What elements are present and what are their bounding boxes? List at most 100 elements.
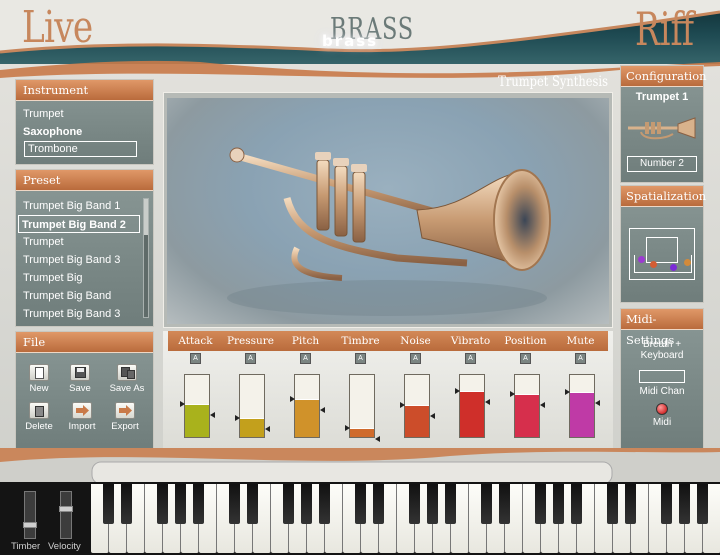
instrument-item-trombone[interactable]: Trombone	[24, 141, 137, 157]
piano-keyboard[interactable]	[91, 484, 720, 555]
param-slider[interactable]	[235, 374, 270, 438]
param-slider-arrow-left[interactable]	[455, 388, 460, 394]
save-as-button[interactable]: Save As	[107, 364, 147, 394]
param-auto-button[interactable]: A	[465, 353, 476, 364]
file-header: File	[16, 332, 153, 353]
number-field[interactable]: Number 2	[627, 156, 697, 172]
param-slider[interactable]	[565, 374, 600, 438]
param-slider-arrow-left[interactable]	[235, 415, 240, 421]
preset-item-selected[interactable]: Trumpet Big Band 2	[18, 215, 140, 233]
configuration-panel: Configuration Trumpet 1 Number 2	[620, 65, 707, 183]
black-key[interactable]	[409, 484, 420, 524]
velocity-slider[interactable]	[59, 491, 73, 539]
param-slider[interactable]	[180, 374, 215, 438]
param-slider-arrow-left[interactable]	[180, 401, 185, 407]
black-key[interactable]	[571, 484, 582, 524]
preset-scrollbar-thumb[interactable]	[144, 199, 148, 235]
black-key[interactable]	[481, 484, 492, 524]
black-key[interactable]	[247, 484, 258, 524]
black-key[interactable]	[229, 484, 240, 524]
param-auto-button[interactable]: A	[575, 353, 586, 364]
param-mute: Mute A	[553, 331, 608, 438]
spatialization-dot[interactable]	[684, 259, 691, 266]
param-slider-arrow-left[interactable]	[510, 391, 515, 397]
param-slider-fill	[295, 399, 319, 437]
save-icon	[70, 364, 90, 381]
param-timbre: Timbre A	[333, 331, 388, 442]
param-slider[interactable]	[510, 374, 545, 438]
black-key[interactable]	[175, 484, 186, 524]
preset-item[interactable]: Trumpet Big Band 1	[16, 197, 142, 215]
param-slider-arrow-right[interactable]	[540, 402, 545, 408]
param-pitch: Pitch A	[278, 331, 333, 438]
param-auto-button[interactable]: A	[410, 353, 421, 364]
new-button[interactable]: New	[19, 364, 59, 394]
delete-button[interactable]: Delete	[19, 402, 59, 432]
preset-item[interactable]: Trumpet Big	[16, 269, 142, 287]
black-key[interactable]	[445, 484, 456, 524]
lower-decoration	[0, 448, 720, 484]
param-slider-arrow-right[interactable]	[375, 436, 380, 442]
black-key[interactable]	[679, 484, 690, 524]
black-key[interactable]	[103, 484, 114, 524]
black-key[interactable]	[553, 484, 564, 524]
param-slider[interactable]	[290, 374, 325, 438]
black-key[interactable]	[373, 484, 384, 524]
import-button[interactable]: Import	[62, 402, 102, 432]
param-auto-button[interactable]: A	[190, 353, 201, 364]
black-key[interactable]	[535, 484, 546, 524]
param-slider-arrow-right[interactable]	[265, 426, 270, 432]
midi-channel-field[interactable]	[639, 370, 685, 383]
export-button[interactable]: Export	[105, 402, 145, 432]
param-slider-arrow-right[interactable]	[430, 413, 435, 419]
timber-slider-handle[interactable]	[23, 522, 37, 528]
param-auto-button[interactable]: A	[300, 353, 311, 364]
spatialization-dot[interactable]	[650, 261, 657, 268]
timber-slider[interactable]	[23, 491, 37, 539]
param-slider-arrow-left[interactable]	[400, 402, 405, 408]
spatialization-dot[interactable]	[638, 256, 645, 263]
black-key[interactable]	[355, 484, 366, 524]
instrument-item-saxophone[interactable]: Saxophone	[16, 123, 153, 141]
preset-item[interactable]: Trumpet Big Band	[16, 287, 142, 305]
spatialization-pad[interactable]	[629, 228, 695, 280]
black-key[interactable]	[157, 484, 168, 524]
param-slider[interactable]	[455, 374, 490, 438]
param-slider-arrow-right[interactable]	[320, 407, 325, 413]
param-slider-arrow-right[interactable]	[595, 400, 600, 406]
instrument-list: Trumpet Saxophone Trombone	[16, 101, 153, 157]
velocity-slider-handle[interactable]	[59, 506, 73, 512]
preset-item[interactable]: Trumpet	[16, 233, 142, 251]
param-auto-button[interactable]: A	[355, 353, 366, 364]
black-key[interactable]	[319, 484, 330, 524]
black-key[interactable]	[301, 484, 312, 524]
black-key[interactable]	[625, 484, 636, 524]
spatialization-panel: Spatialization	[620, 185, 706, 303]
param-slider-arrow-left[interactable]	[345, 425, 350, 431]
black-key[interactable]	[427, 484, 438, 524]
param-slider-arrow-right[interactable]	[210, 412, 215, 418]
instrument-item-trumpet[interactable]: Trumpet	[16, 105, 153, 123]
param-auto-button[interactable]: A	[520, 353, 531, 364]
param-slider-arrow-left[interactable]	[290, 396, 295, 402]
param-slider-arrow-left[interactable]	[565, 389, 570, 395]
timber-label: Timber	[11, 541, 41, 552]
black-key[interactable]	[283, 484, 294, 524]
black-key[interactable]	[499, 484, 510, 524]
black-key[interactable]	[193, 484, 204, 524]
spatialization-dot[interactable]	[670, 264, 677, 271]
mini-trumpet-icon	[628, 117, 696, 140]
black-key[interactable]	[607, 484, 618, 524]
preset-scrollbar[interactable]	[143, 198, 149, 318]
black-key[interactable]	[661, 484, 672, 524]
save-button[interactable]: Save	[60, 364, 100, 394]
preset-item[interactable]: Trumpet Big Band 3	[16, 305, 142, 323]
black-key[interactable]	[697, 484, 708, 524]
param-slider[interactable]	[345, 374, 380, 442]
param-auto-button[interactable]: A	[245, 353, 256, 364]
param-slider[interactable]	[400, 374, 435, 438]
black-key[interactable]	[121, 484, 132, 524]
param-slider-arrow-right[interactable]	[485, 399, 490, 405]
preset-panel: Preset Trumpet Big Band 1 Trumpet Big Ba…	[15, 169, 154, 327]
preset-item[interactable]: Trumpet Big Band 3	[16, 251, 142, 269]
